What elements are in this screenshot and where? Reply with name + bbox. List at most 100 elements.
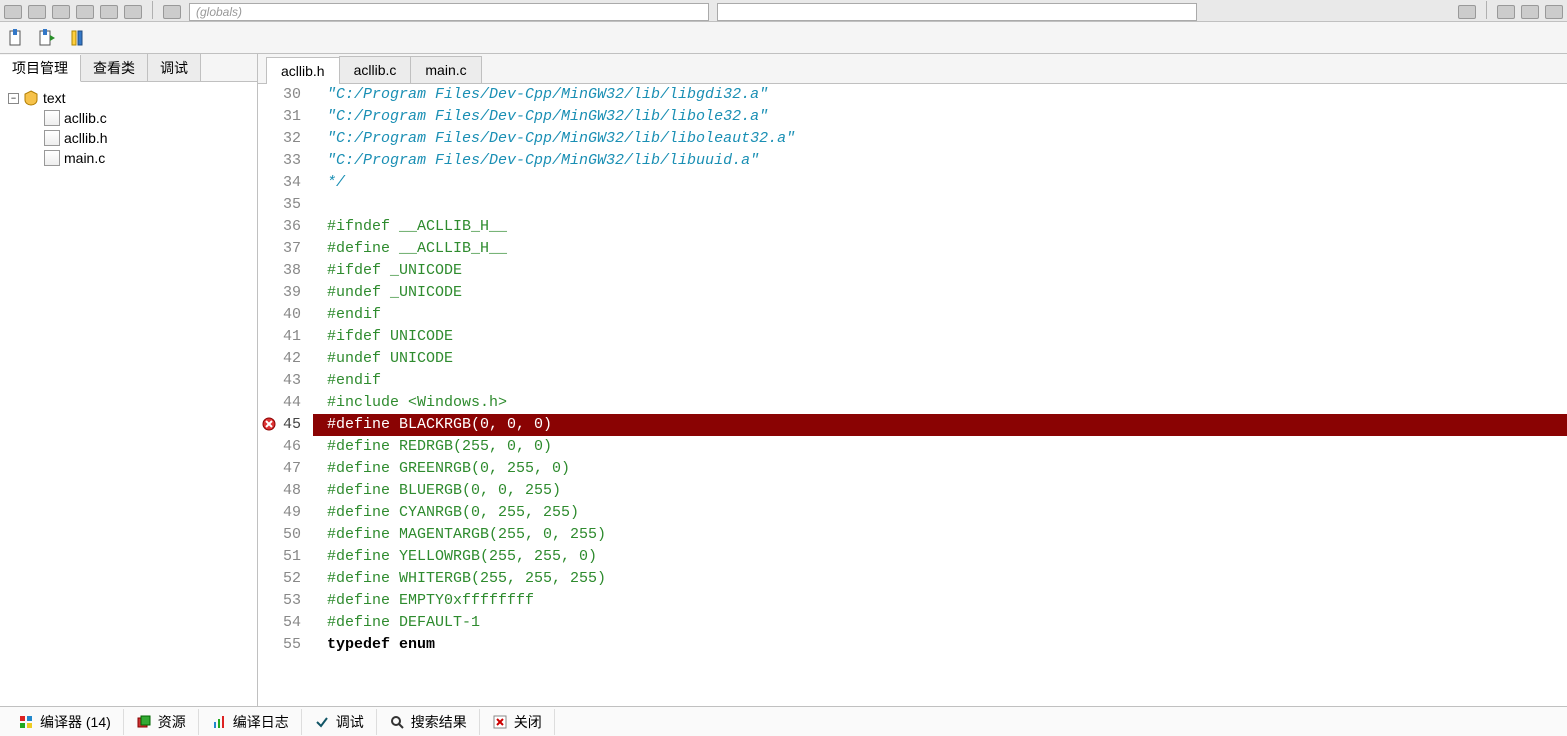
gutter[interactable]: 42: [258, 348, 313, 370]
code-text[interactable]: #define YELLOWRGB(255, 255, 0): [313, 546, 1567, 568]
gutter[interactable]: 38: [258, 260, 313, 282]
toolbar-icon[interactable]: [1458, 5, 1476, 19]
code-line[interactable]: 46#define REDRGB(255, 0, 0): [258, 436, 1567, 458]
gutter[interactable]: 50: [258, 524, 313, 546]
code-line[interactable]: 30"C:/Program Files/Dev-Cpp/MinGW32/lib/…: [258, 84, 1567, 106]
code-line[interactable]: 40#endif: [258, 304, 1567, 326]
gutter[interactable]: 40: [258, 304, 313, 326]
code-line[interactable]: 50#define MAGENTARGB(255, 0, 255): [258, 524, 1567, 546]
code-line[interactable]: 32"C:/Program Files/Dev-Cpp/MinGW32/lib/…: [258, 128, 1567, 150]
code-line[interactable]: 55typedef enum: [258, 634, 1567, 656]
gutter[interactable]: 54: [258, 612, 313, 634]
tree-toggle-icon[interactable]: −: [8, 93, 19, 104]
project-tree[interactable]: −textacllib.cacllib.hmain.c: [0, 82, 257, 706]
gutter[interactable]: 32: [258, 128, 313, 150]
code-line[interactable]: 31"C:/Program Files/Dev-Cpp/MinGW32/lib/…: [258, 106, 1567, 128]
gutter[interactable]: 30: [258, 84, 313, 106]
code-line[interactable]: 43#endif: [258, 370, 1567, 392]
gutter[interactable]: 43: [258, 370, 313, 392]
toolbar-icon[interactable]: [76, 5, 94, 19]
gutter[interactable]: 46: [258, 436, 313, 458]
gutter[interactable]: 35: [258, 194, 313, 216]
globals-combo[interactable]: (globals): [189, 3, 709, 21]
code-line[interactable]: 33"C:/Program Files/Dev-Cpp/MinGW32/lib/…: [258, 150, 1567, 172]
gutter[interactable]: 53: [258, 590, 313, 612]
code-text[interactable]: "C:/Program Files/Dev-Cpp/MinGW32/lib/li…: [313, 150, 1567, 172]
toolbar-icon[interactable]: [52, 5, 70, 19]
gutter[interactable]: 37: [258, 238, 313, 260]
gutter[interactable]: 44: [258, 392, 313, 414]
code-text[interactable]: "C:/Program Files/Dev-Cpp/MinGW32/lib/li…: [313, 84, 1567, 106]
code-line[interactable]: 47#define GREENRGB(0, 255, 0): [258, 458, 1567, 480]
code-line[interactable]: 51#define YELLOWRGB(255, 255, 0): [258, 546, 1567, 568]
code-text[interactable]: #ifdef _UNICODE: [313, 260, 1567, 282]
gutter[interactable]: 49: [258, 502, 313, 524]
code-line[interactable]: 35: [258, 194, 1567, 216]
code-editor[interactable]: 30"C:/Program Files/Dev-Cpp/MinGW32/lib/…: [258, 84, 1567, 706]
toolbar-icon[interactable]: [163, 5, 181, 19]
code-line[interactable]: 42#undef UNICODE: [258, 348, 1567, 370]
bottom-tab-compiler[interactable]: 编译器 (14): [6, 709, 124, 735]
code-text[interactable]: #endif: [313, 370, 1567, 392]
gutter[interactable]: 45: [258, 414, 313, 436]
code-text[interactable]: #include <Windows.h>: [313, 392, 1567, 414]
sidebar-tab-project[interactable]: 项目管理: [0, 55, 81, 82]
code-line[interactable]: 39#undef _UNICODE: [258, 282, 1567, 304]
prev-bookmark-button[interactable]: [36, 27, 58, 49]
next-bookmark-button[interactable]: [66, 27, 88, 49]
editor-tab-acllib_c[interactable]: acllib.c: [339, 56, 412, 83]
members-combo[interactable]: [717, 3, 1197, 21]
code-text[interactable]: #define BLUERGB(0, 0, 255): [313, 480, 1567, 502]
code-line[interactable]: 54#define DEFAULT-1: [258, 612, 1567, 634]
code-line[interactable]: 49#define CYANRGB(0, 255, 255): [258, 502, 1567, 524]
code-line[interactable]: 37#define __ACLLIB_H__: [258, 238, 1567, 260]
bottom-tab-debug[interactable]: 调试: [302, 709, 377, 735]
toolbar-icon[interactable]: [4, 5, 22, 19]
code-text[interactable]: "C:/Program Files/Dev-Cpp/MinGW32/lib/li…: [313, 106, 1567, 128]
code-text[interactable]: #define MAGENTARGB(255, 0, 255): [313, 524, 1567, 546]
code-line[interactable]: 36#ifndef __ACLLIB_H__: [258, 216, 1567, 238]
bottom-tab-search[interactable]: 搜索结果: [377, 709, 480, 735]
code-text[interactable]: #define GREENRGB(0, 255, 0): [313, 458, 1567, 480]
gutter[interactable]: 39: [258, 282, 313, 304]
gutter[interactable]: 48: [258, 480, 313, 502]
code-text[interactable]: #define CYANRGB(0, 255, 255): [313, 502, 1567, 524]
bottom-tab-close[interactable]: 关闭: [480, 709, 555, 735]
gutter[interactable]: 36: [258, 216, 313, 238]
toggle-bookmark-button[interactable]: [6, 27, 28, 49]
sidebar-tab-debug[interactable]: 调试: [148, 54, 201, 81]
code-text[interactable]: #ifdef UNICODE: [313, 326, 1567, 348]
toolbar-icon[interactable]: [1497, 5, 1515, 19]
code-text[interactable]: [313, 194, 1567, 216]
toolbar-icon[interactable]: [1545, 5, 1563, 19]
sidebar-tab-classes[interactable]: 查看类: [81, 54, 148, 81]
gutter[interactable]: 47: [258, 458, 313, 480]
code-line[interactable]: 52#define WHITERGB(255, 255, 255): [258, 568, 1567, 590]
tree-root[interactable]: −text: [4, 88, 253, 108]
gutter[interactable]: 52: [258, 568, 313, 590]
code-text[interactable]: "C:/Program Files/Dev-Cpp/MinGW32/lib/li…: [313, 128, 1567, 150]
code-line[interactable]: 53#define EMPTY0xffffffff: [258, 590, 1567, 612]
toolbar-icon[interactable]: [28, 5, 46, 19]
gutter[interactable]: 41: [258, 326, 313, 348]
code-text[interactable]: #ifndef __ACLLIB_H__: [313, 216, 1567, 238]
gutter[interactable]: 51: [258, 546, 313, 568]
editor-tab-acllib_h[interactable]: acllib.h: [266, 57, 340, 84]
editor-tab-main_c[interactable]: main.c: [410, 56, 481, 83]
code-text[interactable]: #undef UNICODE: [313, 348, 1567, 370]
code-text[interactable]: #define EMPTY0xffffffff: [313, 590, 1567, 612]
code-text[interactable]: #define REDRGB(255, 0, 0): [313, 436, 1567, 458]
code-text[interactable]: #endif: [313, 304, 1567, 326]
code-text[interactable]: #define WHITERGB(255, 255, 255): [313, 568, 1567, 590]
code-text[interactable]: typedef enum: [313, 634, 1567, 656]
tree-file[interactable]: main.c: [4, 148, 253, 168]
gutter[interactable]: 33: [258, 150, 313, 172]
bottom-tab-log[interactable]: 编译日志: [199, 709, 302, 735]
tree-file[interactable]: acllib.c: [4, 108, 253, 128]
toolbar-icon[interactable]: [1521, 5, 1539, 19]
code-text[interactable]: #define BLACKRGB(0, 0, 0): [313, 414, 1567, 436]
code-line[interactable]: 44#include <Windows.h>: [258, 392, 1567, 414]
code-line[interactable]: 38#ifdef _UNICODE: [258, 260, 1567, 282]
tree-file[interactable]: acllib.h: [4, 128, 253, 148]
code-line[interactable]: 34*/: [258, 172, 1567, 194]
